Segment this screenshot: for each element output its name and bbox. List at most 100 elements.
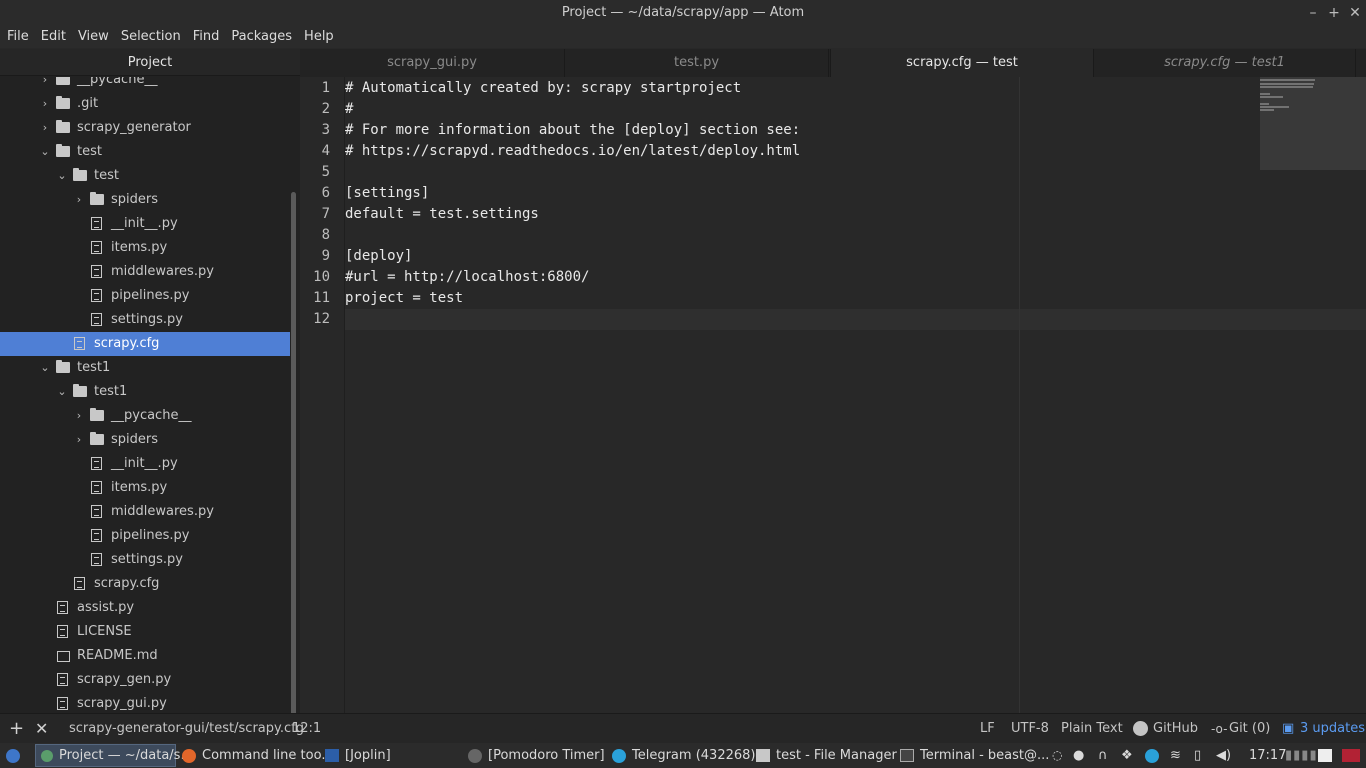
tree-item-label: scrapy.cfg [94, 336, 160, 351]
code-line[interactable]: # [345, 99, 353, 120]
tree-file[interactable]: LICENSE [0, 620, 290, 644]
tree-file[interactable]: scrapy_gen.py [0, 668, 290, 692]
taskbar-app-atom[interactable]: Project — ~/data/s... [35, 744, 193, 767]
tray-headphones-icon[interactable]: ∩ [1098, 743, 1108, 768]
code-line[interactable]: default = test.settings [345, 204, 539, 225]
text-editor[interactable]: 1 2 3 4 5 6 7 8 9 10 11 12 # Automatically created … [300, 77, 1366, 713]
tree-file[interactable]: middlewares.py [0, 260, 290, 284]
menu-selection[interactable]: Selection [114, 26, 186, 48]
status-encoding[interactable]: UTF-8 [1011, 714, 1049, 744]
tab-scrapy-cfg-test[interactable]: scrapy.cfg — test [830, 49, 1094, 77]
start-menu-icon[interactable] [6, 743, 26, 768]
window-titlebar: Project — ~/data/scrapy/app — Atom – + ✕ [0, 0, 1366, 26]
tree-file[interactable]: settings.py [0, 308, 290, 332]
keyboard-layout-flag-icon[interactable] [1342, 743, 1366, 768]
chevron-down-icon[interactable]: ⌄ [40, 356, 50, 380]
tree-file[interactable]: scrapy_gui.py [0, 692, 290, 713]
tree-file[interactable]: scrapy.cfg [0, 572, 290, 596]
tray-dropbox-icon[interactable]: ❖ [1121, 743, 1133, 768]
tree-file[interactable]: __init__.py [0, 452, 290, 476]
taskbar-app-file-manager[interactable]: test - File Manager [756, 743, 897, 768]
tree-file[interactable]: items.py [0, 476, 290, 500]
tree-file[interactable]: pipelines.py [0, 524, 290, 548]
tray-wifi-icon[interactable]: ≋ [1170, 743, 1181, 768]
tree-folder[interactable]: ⌄ test1 [0, 380, 290, 404]
code-line[interactable]: [settings] [345, 183, 429, 204]
tab-scrapy-gui-py[interactable]: scrapy_gui.py [300, 49, 565, 77]
tray-network-icon[interactable]: ◌ [1052, 743, 1062, 768]
tray-battery-icon[interactable] [1145, 743, 1165, 768]
sidebar-header[interactable]: Project [0, 49, 300, 76]
code-line[interactable]: # For more information about the [deploy… [345, 120, 800, 141]
code-line[interactable]: # https://scrapyd.readthedocs.io/en/late… [345, 141, 800, 162]
tray-window-icon[interactable] [1318, 743, 1338, 768]
chevron-right-icon[interactable]: › [40, 116, 50, 140]
tree-item-label: middlewares.py [111, 504, 214, 519]
chevron-down-icon[interactable]: ⌄ [40, 140, 50, 164]
code-line[interactable]: #url = http://localhost:6800/ [345, 267, 589, 288]
menu-find[interactable]: Find [186, 26, 225, 48]
tree-folder[interactable]: › .git [0, 92, 290, 116]
tree-folder[interactable]: › __pycache__ [0, 404, 290, 428]
clock[interactable]: 17:17 [1249, 743, 1286, 768]
status-cursor-position[interactable]: 12:1 [292, 714, 321, 744]
tree-file[interactable]: pipelines.py [0, 284, 290, 308]
tray-volume-icon[interactable]: ◀) [1216, 743, 1231, 768]
tray-power-icon[interactable]: ▯ [1194, 743, 1201, 768]
status-file-path[interactable]: scrapy-generator-gui/test/scrapy.cfg [69, 714, 304, 744]
status-git[interactable]: Git (0) [1229, 714, 1270, 744]
tree-folder[interactable]: ⌄ test [0, 140, 290, 164]
chevron-right-icon[interactable]: › [74, 404, 84, 428]
close-icon[interactable]: ✕ [1344, 0, 1366, 26]
tree-folder[interactable]: › __pycache__ [0, 77, 290, 92]
tree-folder[interactable]: › scrapy_generator [0, 116, 290, 140]
tree-folder[interactable]: › spiders [0, 188, 290, 212]
chevron-down-icon[interactable]: ⌄ [57, 164, 67, 188]
chevron-down-icon[interactable]: ⌄ [57, 380, 67, 404]
chevron-right-icon[interactable]: › [74, 428, 84, 452]
taskbar-app-firefox[interactable]: Command line too... [182, 743, 334, 768]
github-icon [1133, 714, 1148, 744]
tree-file[interactable]: assist.py [0, 596, 290, 620]
line-number: 10 [313, 269, 330, 285]
workspace-switcher[interactable]: ▮▮▮▮ [1285, 743, 1318, 768]
status-updates[interactable]: 3 updates [1300, 714, 1365, 744]
add-project-folder-icon[interactable]: + [9, 714, 24, 744]
minimap[interactable] [1260, 77, 1366, 170]
taskbar-app-joplin[interactable]: [Joplin] [325, 743, 391, 768]
tree-file[interactable]: settings.py [0, 548, 290, 572]
tree-file[interactable]: README.md [0, 644, 290, 668]
menu-packages[interactable]: Packages [224, 26, 297, 48]
taskbar-app-pomodoro[interactable]: [Pomodoro Timer] [468, 743, 605, 768]
tray-notification-icon[interactable]: ● [1073, 743, 1084, 768]
code-line[interactable]: [deploy] [345, 246, 412, 267]
menu-file[interactable]: File [0, 26, 34, 48]
status-github[interactable]: GitHub [1153, 714, 1198, 744]
tree-file[interactable]: scrapy.cfg [0, 332, 290, 356]
chevron-right-icon[interactable]: › [40, 92, 50, 116]
tree-folder[interactable]: ⌄ test [0, 164, 290, 188]
tab-test-py[interactable]: test.py [565, 49, 829, 77]
code-line[interactable]: # Automatically created by: scrapy start… [345, 78, 741, 99]
tree-file[interactable]: items.py [0, 236, 290, 260]
chevron-right-icon[interactable]: › [74, 188, 84, 212]
status-line-ending[interactable]: LF [980, 714, 995, 744]
sidebar-scrollbar[interactable] [291, 192, 296, 713]
status-grammar[interactable]: Plain Text [1061, 714, 1123, 744]
menu-edit[interactable]: Edit [34, 26, 71, 48]
tree-file[interactable]: __init__.py [0, 212, 290, 236]
menu-view[interactable]: View [71, 26, 114, 48]
chevron-right-icon[interactable]: › [40, 77, 50, 92]
code-line[interactable]: project = test [345, 288, 463, 309]
tree-file[interactable]: middlewares.py [0, 500, 290, 524]
maximize-icon[interactable]: + [1323, 0, 1345, 26]
taskbar-app-terminal[interactable]: Terminal - beast@... [900, 743, 1049, 768]
tree-folder[interactable]: ⌄ test1 [0, 356, 290, 380]
menubar: File Edit View Selection Find Packages Help [0, 26, 1366, 48]
taskbar-app-telegram[interactable]: Telegram (432268) [612, 743, 755, 768]
tab-scrapy-cfg-test1[interactable]: scrapy.cfg — test1 [1094, 49, 1356, 77]
minimize-icon[interactable]: – [1302, 0, 1324, 26]
menu-help[interactable]: Help [297, 26, 339, 48]
close-pane-icon[interactable]: ✕ [35, 714, 48, 744]
tree-folder[interactable]: › spiders [0, 428, 290, 452]
